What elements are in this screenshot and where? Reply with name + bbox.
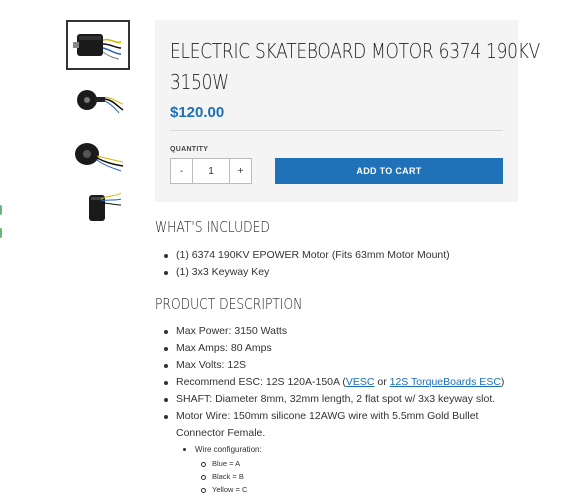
product-title-line1: ELECTRIC SKATEBOARD MOTOR 6374 190KV [170, 39, 540, 63]
divider [170, 130, 503, 131]
add-to-cart-button[interactable]: ADD TO CART [275, 158, 503, 184]
included-heading: WHAT'S INCLUDED [155, 218, 270, 236]
list-item: SHAFT: Diameter 8mm, 32mm length, 2 flat… [162, 391, 504, 408]
esc-prefix: Recommend ESC: 12S 120A-150A ( [176, 376, 346, 388]
edge-indicator [0, 205, 2, 215]
list-item: Max Volts: 12S [162, 357, 504, 374]
list-item: Yellow = C [198, 483, 247, 496]
wire-line2: Connector Female. [176, 427, 266, 439]
edge-indicator [0, 228, 2, 238]
list-item: Black = B [198, 470, 247, 483]
thumbnail-motor-angle[interactable] [66, 130, 130, 180]
included-list: (1) 6374 190KV EPOWER Motor (Fits 63mm M… [162, 247, 450, 281]
list-item: Max Amps: 80 Amps [162, 340, 504, 357]
vesc-link[interactable]: VESC [346, 376, 375, 388]
list-item: (1) 6374 190KV EPOWER Motor (Fits 63mm M… [162, 247, 450, 264]
list-item: Blue = A [198, 457, 247, 470]
motor-side-image [77, 90, 124, 114]
motor-back-image [89, 192, 122, 221]
product-title-line2: 3150W [170, 70, 229, 94]
esc-suffix: ) [500, 376, 505, 388]
description-list: Max Power: 3150 Watts Max Amps: 80 Amps … [162, 323, 504, 442]
wire-config-list: Wire configuration: [181, 444, 262, 456]
description-heading: PRODUCT DESCRIPTION [155, 295, 303, 313]
thumbnail-motor-front[interactable] [66, 20, 130, 70]
product-title: ELECTRIC SKATEBOARD MOTOR 6374 190KV 315… [170, 36, 540, 98]
quantity-stepper: - 1 + [170, 158, 252, 184]
motor-angle-image [75, 143, 124, 172]
motor-front-image [73, 34, 122, 60]
quantity-increment-button[interactable]: + [229, 158, 252, 184]
product-price: $120.00 [170, 104, 225, 121]
wire-line1: Motor Wire: 150mm silicone 12AWG wire wi… [176, 410, 479, 422]
product-buy-box: ELECTRIC SKATEBOARD MOTOR 6374 190KV 315… [155, 20, 540, 202]
list-item: Wire configuration: [181, 444, 262, 456]
esc-middle: or [374, 376, 390, 388]
wire-color-list: Blue = A Black = B Yellow = C [198, 457, 247, 496]
list-item: (1) 3x3 Keyway Key [162, 264, 450, 281]
list-item-esc: Recommend ESC: 12S 120A-150A (VESC or 12… [162, 374, 504, 391]
list-item-wire: Motor Wire: 150mm silicone 12AWG wire wi… [162, 408, 504, 442]
thumbnail-motor-back[interactable] [66, 183, 130, 233]
thumbnail-motor-side[interactable] [66, 74, 130, 124]
quantity-decrement-button[interactable]: - [170, 158, 193, 184]
list-item: Max Power: 3150 Watts [162, 323, 504, 340]
torqueboards-esc-link[interactable]: 12S TorqueBoards ESC [390, 376, 501, 388]
quantity-label: QUANTITY [170, 146, 209, 153]
quantity-input[interactable]: 1 [193, 158, 229, 184]
